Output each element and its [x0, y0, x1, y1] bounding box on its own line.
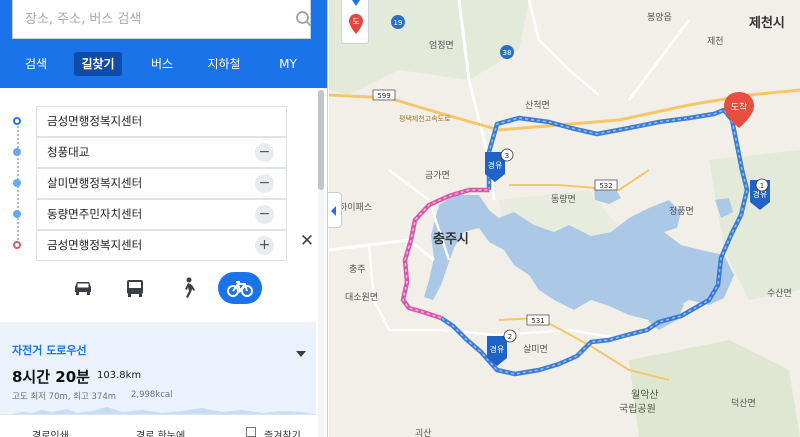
bike-icon: [227, 281, 253, 297]
route-distance: 103.8km: [97, 370, 142, 381]
route-type-label: 자전거 도로우선: [12, 344, 87, 357]
map-canvas: 19 38 599 532 531 경유 1 경유 2 경유 3 도착: [329, 0, 800, 437]
waypoint-list: 금성면행정복지센터 청풍대교 − 살미면행정복지센터 − 동량면주민자치센터 −…: [0, 102, 316, 262]
shield-532: 532: [599, 182, 612, 190]
place-label: 평택제천고속도로: [399, 115, 451, 123]
waypoint-field[interactable]: 청풍대교: [36, 137, 287, 168]
remove-waypoint-button[interactable]: −: [255, 174, 274, 193]
shield-531: 531: [531, 317, 544, 325]
top-bar: 검색 길찾기 버스 지하철 MY: [0, 0, 327, 88]
mode-car-button[interactable]: [61, 272, 105, 304]
place-label: 산척면: [525, 101, 550, 111]
walk-icon: [185, 277, 195, 298]
waypoint-number: 3: [505, 152, 509, 160]
place-label: 엄정면: [429, 41, 454, 51]
waypoint-row: 청풍대교 −: [0, 137, 316, 168]
place-label: 월악산: [631, 390, 659, 401]
tab-search[interactable]: 검색: [16, 52, 56, 76]
waypoint-number: 1: [760, 182, 764, 190]
waypoint-row-start: 금성면행정복지센터: [0, 106, 316, 137]
place-label: 하이패스: [339, 203, 373, 213]
route-time: 8시간 20분: [12, 368, 90, 386]
route-calories: 2,998kcal: [131, 390, 173, 400]
arrival-marker[interactable]: 도착: [724, 92, 754, 128]
end-dot-icon: [13, 241, 21, 249]
scrollbar-thumb[interactable]: [318, 90, 324, 190]
place-label: 봉양읍: [647, 13, 672, 23]
car-icon: [75, 282, 91, 295]
street-view-icon: 도: [349, 0, 363, 34]
waypoint-dot-icon: [13, 210, 21, 218]
place-label: 동량면: [551, 195, 576, 205]
print-route-button[interactable]: 경로인쇄: [32, 427, 69, 437]
place-label: 덕산면: [731, 399, 756, 409]
mode-walk-button[interactable]: [166, 272, 210, 304]
mode-bike-button[interactable]: [218, 272, 262, 304]
chevron-down-icon[interactable]: [296, 351, 306, 357]
bus-icon: [127, 280, 143, 297]
tab-my[interactable]: MY: [272, 52, 304, 76]
place-label: 충주: [349, 265, 366, 275]
place-label: 충주시: [433, 232, 469, 247]
waypoint-dot-icon: [13, 179, 21, 187]
remove-waypoint-button[interactable]: −: [255, 143, 274, 162]
waypoint-field[interactable]: 동량면주민자치센터: [36, 199, 287, 230]
place-label: 살미면: [523, 345, 548, 355]
favorite-label: 즐겨찾기: [264, 431, 301, 437]
waypoint-start-field[interactable]: 금성면행정복지센터: [36, 106, 287, 137]
remove-waypoint-button[interactable]: −: [255, 205, 274, 224]
waypoint-row-end: 금성면행정복지센터 +: [0, 230, 316, 261]
clear-route-icon[interactable]: ✕: [299, 233, 315, 250]
place-label: 제천시: [749, 16, 785, 31]
search-box: [12, 0, 313, 39]
tab-subway[interactable]: 지하철: [198, 52, 250, 76]
place-label: 제천: [707, 37, 724, 47]
waypoint-end-field[interactable]: 금성면행정복지센터: [36, 230, 287, 261]
tab-directions[interactable]: 길찾기: [74, 52, 122, 76]
shield-599: 599: [377, 92, 390, 100]
tab-bus[interactable]: 버스: [144, 52, 180, 76]
route-elevation: 고도 최저 70m, 최고 374m: [12, 392, 117, 402]
gas-marker-label: 경유: [490, 344, 505, 354]
street-view-widget[interactable]: 도: [341, 0, 369, 44]
waypoint-number: 2: [508, 333, 512, 341]
gas-marker-3[interactable]: 경유 3: [485, 148, 514, 182]
arrival-label: 도착: [731, 102, 748, 113]
place-label: 괴산: [415, 429, 432, 437]
search-icon[interactable]: [295, 10, 313, 28]
waypoint-dot-icon: [13, 148, 21, 156]
gas-marker-label: 경유: [488, 160, 503, 170]
waypoint-field[interactable]: 살미면행정복지센터: [36, 168, 287, 199]
route-summary[interactable]: 자전거 도로우선 8시간 20분 103.8km 고도 최저 70m, 최고 3…: [0, 328, 316, 414]
shield-19: 19: [394, 19, 403, 27]
waypoint-row: 살미면행정복지센터 −: [0, 168, 316, 199]
place-label: 국립공원: [619, 404, 656, 415]
search-input[interactable]: [13, 0, 273, 38]
bottom-bar: 경로인쇄 경로 한눈에 즐겨찾기: [0, 414, 316, 437]
shield-38: 38: [503, 49, 512, 57]
street-view-label: 도: [352, 17, 359, 26]
chevron-left-icon: [331, 206, 336, 216]
route-overview-button[interactable]: 경로 한눈에: [136, 427, 185, 437]
waypoint-row: 동량면주민자치센터 −: [0, 199, 316, 230]
place-label: 청풍면: [669, 207, 694, 217]
start-dot-icon: [13, 117, 21, 125]
place-label: 수산면: [767, 289, 792, 299]
elevation-profile: [12, 407, 312, 414]
favorite-checkbox[interactable]: [246, 427, 256, 437]
panel-collapse-button[interactable]: [328, 192, 342, 228]
add-waypoint-button[interactable]: +: [255, 236, 274, 255]
map-view[interactable]: 19 38 599 532 531 경유 1 경유 2 경유 3 도착 제천시 …: [329, 0, 800, 437]
mode-bus-button[interactable]: [113, 272, 157, 304]
place-label: 대소원면: [345, 293, 379, 303]
place-label: 금가면: [425, 171, 450, 181]
directions-panel: 검색 길찾기 버스 지하철 MY 금성면행정복지센터 청풍대교 − 살미면행정복…: [0, 0, 328, 437]
